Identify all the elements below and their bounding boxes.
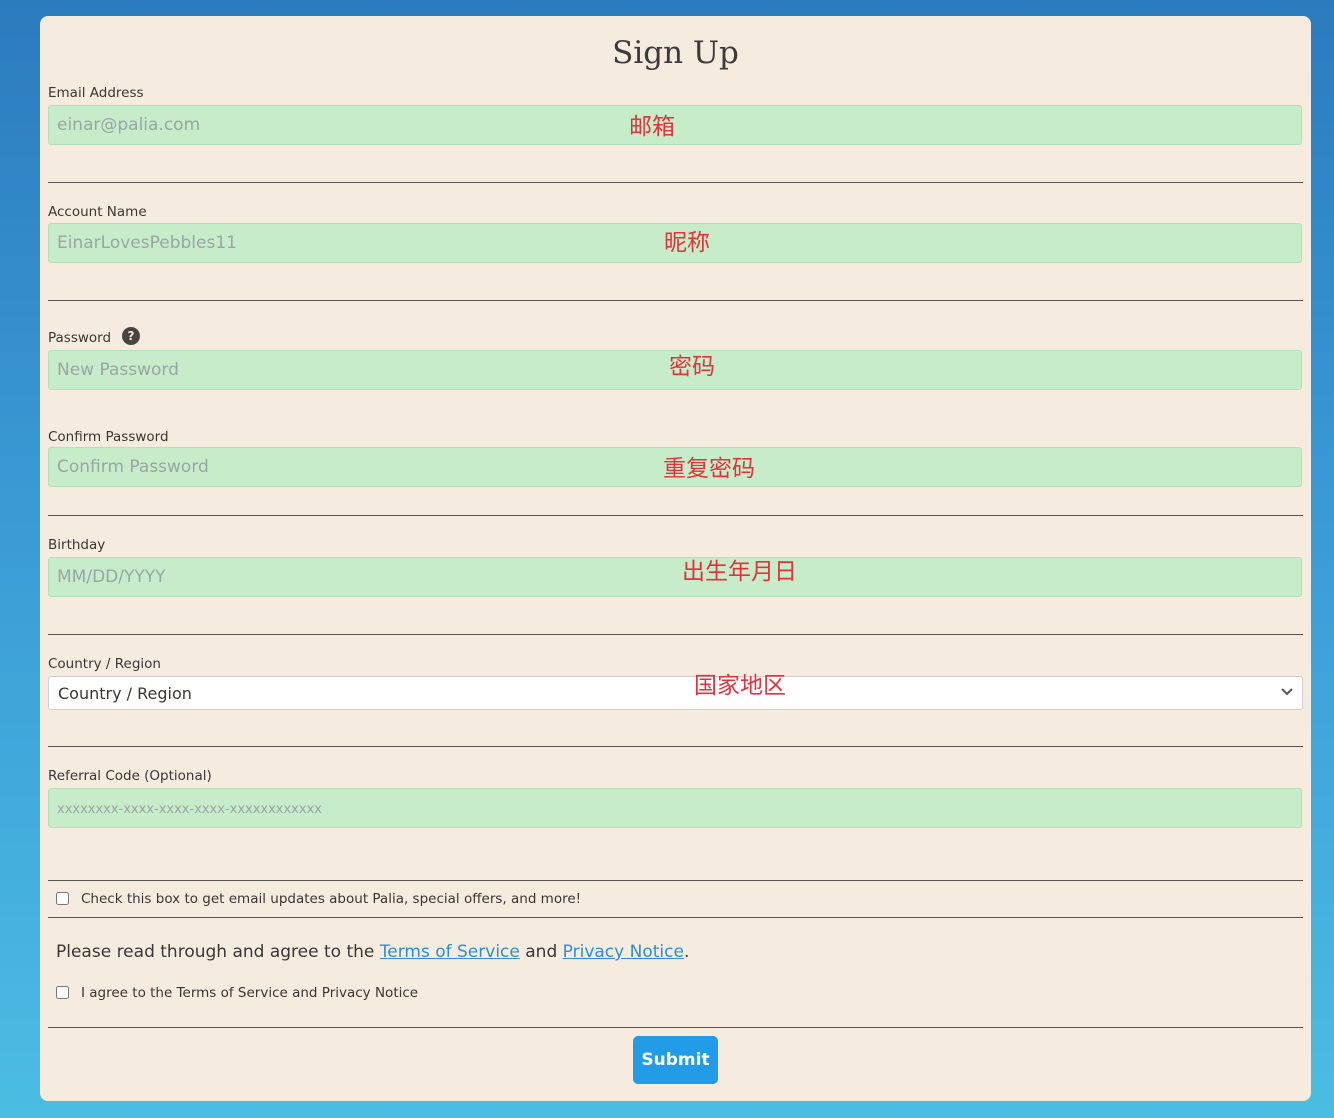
divider bbox=[48, 515, 1303, 516]
divider bbox=[48, 182, 1303, 183]
confirm-password-label: Confirm Password bbox=[48, 429, 169, 445]
agreement-prefix: Please read through and agree to the bbox=[56, 942, 380, 962]
page-title: Sign Up bbox=[612, 35, 739, 71]
help-icon[interactable]: ? bbox=[122, 327, 140, 345]
divider bbox=[48, 300, 1303, 301]
birthday-input[interactable] bbox=[48, 557, 1302, 597]
referral-code-label: Referral Code (Optional) bbox=[48, 768, 212, 784]
email-input[interactable] bbox=[48, 105, 1302, 145]
email-updates-checkbox[interactable] bbox=[56, 892, 69, 905]
divider bbox=[48, 917, 1303, 918]
country-select-value: Country / Region bbox=[58, 683, 192, 703]
divider bbox=[48, 634, 1303, 635]
password-label: Password bbox=[48, 330, 112, 346]
agree-terms-label: I agree to the Terms of Service and Priv… bbox=[81, 985, 419, 1001]
birthday-label: Birthday bbox=[48, 537, 106, 553]
submit-button[interactable]: Submit bbox=[633, 1036, 718, 1084]
agreement-middle: and bbox=[519, 942, 563, 962]
country-label: Country / Region bbox=[48, 656, 161, 672]
divider bbox=[48, 1027, 1303, 1028]
email-label: Email Address bbox=[48, 85, 144, 101]
email-updates-label: Check this box to get email updates abou… bbox=[81, 891, 582, 907]
chevron-down-icon bbox=[1281, 688, 1293, 696]
divider bbox=[48, 746, 1303, 747]
agreement-text: Please read through and agree to the Ter… bbox=[56, 944, 689, 961]
password-input[interactable] bbox=[48, 350, 1302, 390]
account-name-label: Account Name bbox=[48, 204, 147, 220]
agree-terms-checkbox[interactable] bbox=[56, 986, 69, 999]
agreement-suffix: . bbox=[683, 942, 690, 962]
referral-code-input[interactable] bbox=[48, 788, 1302, 828]
country-select[interactable]: Country / Region bbox=[48, 676, 1303, 710]
divider bbox=[48, 880, 1303, 881]
privacy-notice-link[interactable]: Privacy Notice bbox=[563, 942, 684, 962]
account-name-input[interactable] bbox=[48, 223, 1302, 263]
signup-card: Sign Up Email Address 邮箱 Account Name 昵称… bbox=[40, 16, 1311, 1101]
terms-of-service-link[interactable]: Terms of Service bbox=[380, 942, 520, 962]
confirm-password-input[interactable] bbox=[48, 447, 1302, 487]
